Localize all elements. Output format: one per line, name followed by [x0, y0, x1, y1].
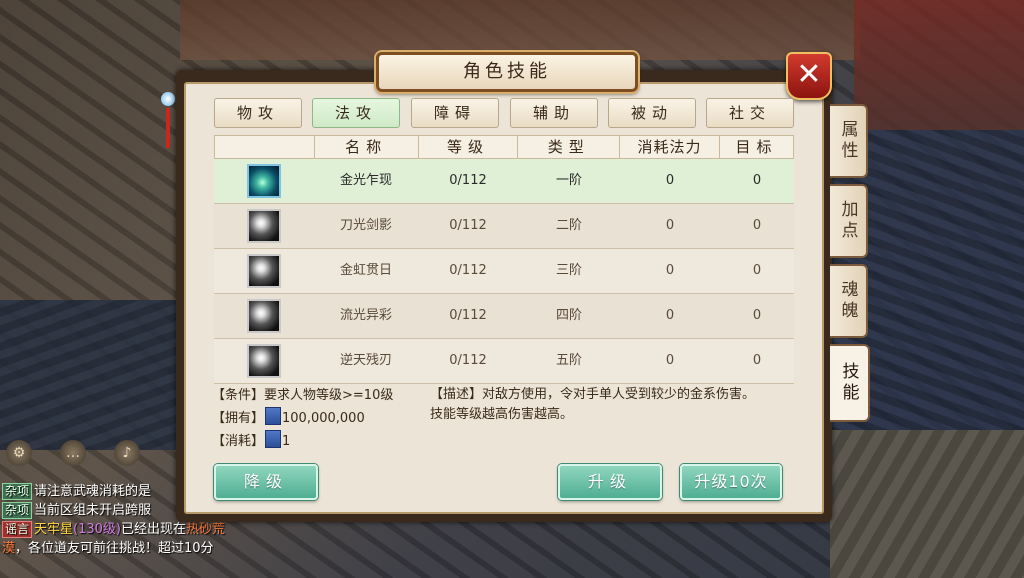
owned-value: 100,000,000	[282, 411, 365, 426]
table-row[interactable]: 刀光剑影 0/112 二阶 0 0	[214, 204, 794, 249]
table-header: 名称 等级 类型 消耗法力 目标	[214, 135, 794, 159]
side-tab-attributes[interactable]: 属性	[830, 104, 868, 178]
side-tab-points[interactable]: 加点	[830, 184, 868, 258]
skill-target: 0	[752, 308, 762, 323]
skill-level: 0/112	[449, 353, 487, 368]
upgrade-10x-button[interactable]: 升级10次	[680, 464, 782, 500]
table-row[interactable]: 流光异彩 0/112 四阶 0 0	[214, 294, 794, 339]
skill-target: 0	[752, 173, 762, 188]
tab-social[interactable]: 社交	[706, 98, 794, 128]
tab-physical-attack[interactable]: 物攻	[214, 98, 302, 128]
skill-tier: 五阶	[555, 353, 582, 368]
skill-mana: 0	[665, 173, 675, 188]
description-label: 【描述】	[430, 387, 483, 402]
close-button[interactable]: ✕	[786, 52, 832, 100]
rainbow-strike-skill-icon[interactable]	[247, 254, 281, 288]
upgrade-button[interactable]: 升级	[558, 464, 662, 500]
cost-value: 1	[282, 434, 291, 449]
chat-channel-tag: 谣言	[2, 521, 33, 538]
skill-level: 0/112	[449, 308, 487, 323]
owned-line: 【拥有】 100,000,000	[212, 407, 393, 430]
condition-label: 【条件】	[212, 388, 265, 403]
skill-target: 0	[752, 218, 762, 233]
background-pavement	[830, 430, 1024, 578]
boss-name[interactable]: 天牢星	[34, 522, 73, 537]
chat-channel-tag: 杂项	[2, 502, 33, 519]
skill-mana: 0	[665, 263, 675, 278]
gourd-icon	[161, 92, 175, 106]
header-target: 目标	[718, 136, 793, 158]
golden-blade-skill-icon[interactable]	[247, 164, 281, 198]
tab-support[interactable]: 辅助	[510, 98, 598, 128]
skills-table: 名称 等级 类型 消耗法力 目标 金光乍现 0/112 一阶 0 0 刀光剑影 …	[214, 135, 794, 384]
flowing-light-skill-icon[interactable]	[247, 299, 281, 333]
background-building-top	[180, 0, 860, 60]
boss-level: (130级)	[73, 522, 121, 537]
skill-tier: 三阶	[555, 263, 582, 278]
chat-bubble-icon[interactable]: …	[60, 440, 86, 466]
side-tab-skills[interactable]: 技能	[830, 344, 870, 422]
tab-debuff[interactable]: 障碍	[411, 98, 499, 128]
header-name: 名称	[313, 136, 418, 158]
cost-label: 【消耗】	[212, 434, 265, 449]
skill-target: 0	[752, 263, 762, 278]
requirements-block: 【条件】要求人物等级>=10级 【拥有】 100,000,000 【消耗】 1	[212, 385, 393, 453]
skill-name: 逆天残刃	[339, 353, 392, 368]
chat-toolbar: ⚙ … ♪	[6, 440, 140, 466]
condition-line: 【条件】要求人物等级>=10级	[212, 385, 393, 407]
skill-name: 金光乍现	[339, 173, 392, 188]
description-block: 【描述】对敌方使用，令对手单人受到较少的金系伤害。 技能等级越高伤害越高。	[430, 385, 800, 425]
skill-target: 0	[752, 353, 762, 368]
panel-title: 角色技能	[376, 52, 638, 92]
skill-tier: 一阶	[555, 173, 582, 188]
skill-level: 0/112	[449, 263, 487, 278]
condition-text: 要求人物等级>=10级	[264, 388, 394, 403]
chat-line: 谣言 天牢星(130级)已经出现在热砂荒	[2, 520, 282, 539]
table-row[interactable]: 逆天残刃 0/112 五阶 0 0	[214, 339, 794, 384]
skill-tier: 四阶	[555, 308, 582, 323]
header-level: 等级	[417, 136, 518, 158]
skill-tier: 二阶	[555, 218, 582, 233]
tab-passive[interactable]: 被动	[608, 98, 696, 128]
ornament-tassel	[160, 86, 176, 166]
description-text: 对敌方使用，令对手单人受到较少的金系伤害。	[482, 387, 756, 402]
heaven-blade-skill-icon[interactable]	[247, 344, 281, 378]
skill-mana: 0	[665, 218, 675, 233]
skill-mana: 0	[665, 353, 675, 368]
skill-book-icon	[265, 407, 282, 425]
tab-magic-attack[interactable]: 法攻	[312, 98, 400, 128]
description-text-2: 技能等级越高伤害越高。	[430, 407, 574, 422]
owned-label: 【拥有】	[212, 411, 265, 426]
chat-line: 漠，各位道友可前往挑战！超过10分	[2, 539, 282, 558]
table-row[interactable]: 金虹贯日 0/112 三阶 0 0	[214, 249, 794, 294]
chat-message: 当前区组未开启跨服	[34, 503, 152, 518]
downgrade-button[interactable]: 降级	[214, 464, 318, 500]
map-location[interactable]: 热砂荒	[186, 522, 225, 537]
skill-level: 0/112	[449, 173, 487, 188]
background-building-right	[854, 0, 1024, 130]
skill-name: 流光异彩	[339, 308, 392, 323]
skill-level: 0/112	[449, 218, 487, 233]
side-tab-soul[interactable]: 魂魄	[830, 264, 868, 338]
chat-message: 请注意武魂消耗的是	[34, 484, 152, 499]
header-icon-column	[215, 136, 314, 158]
skill-name: 刀光剑影	[339, 218, 392, 233]
cost-line: 【消耗】 1	[212, 430, 393, 453]
background-roof-left	[0, 300, 190, 450]
microphone-icon[interactable]: ♪	[114, 440, 140, 466]
skill-mana: 0	[665, 308, 675, 323]
sword-shadow-skill-icon[interactable]	[247, 209, 281, 243]
settings-icon[interactable]: ⚙	[6, 440, 32, 466]
chat-message: ，各位道友可前往挑战！超过10分	[15, 541, 214, 556]
header-mana-cost: 消耗法力	[619, 136, 719, 158]
chat-channel-tag: 杂项	[2, 483, 33, 500]
chat-message: 已经出现在	[121, 522, 187, 537]
map-location[interactable]: 漠	[2, 541, 15, 556]
skill-name: 金虹贯日	[339, 263, 392, 278]
header-type: 类型	[517, 136, 619, 158]
table-row[interactable]: 金光乍现 0/112 一阶 0 0	[214, 159, 794, 204]
skill-book-icon	[265, 430, 282, 448]
